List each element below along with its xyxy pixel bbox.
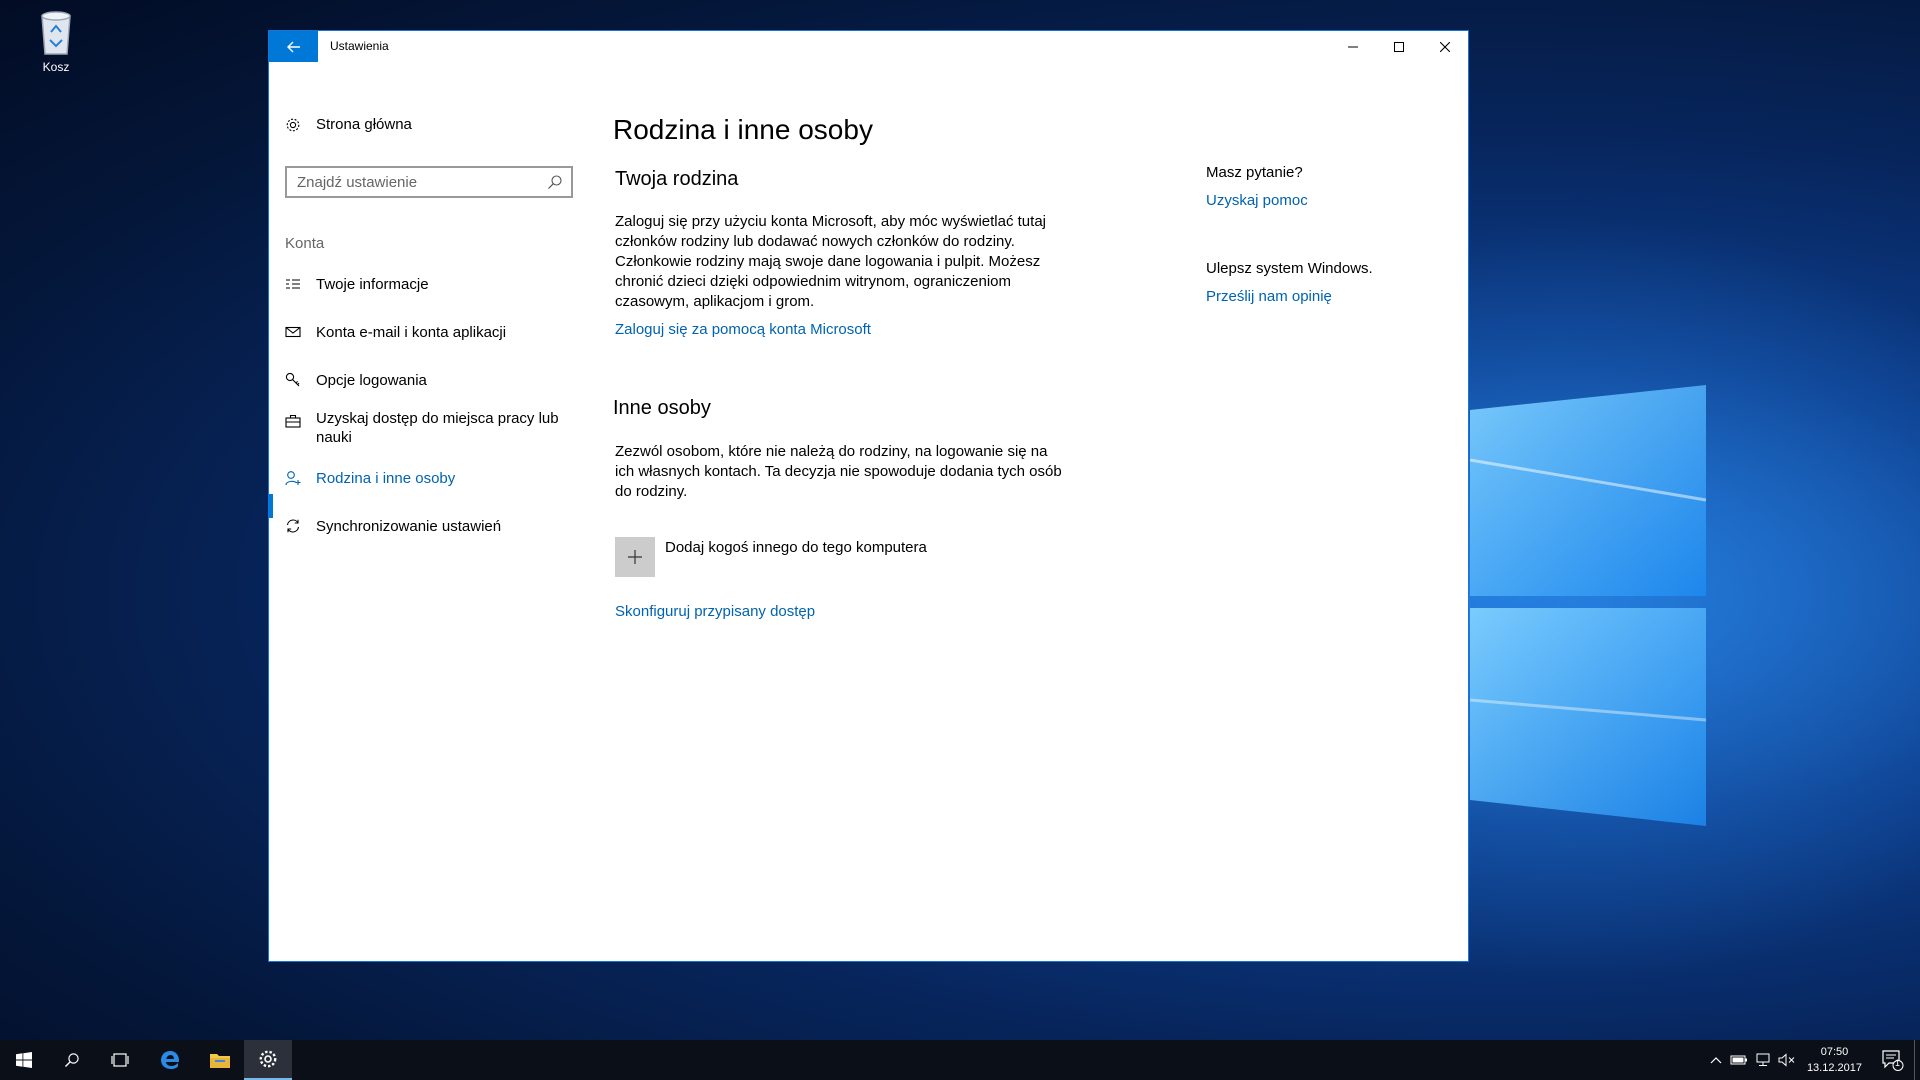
network-icon — [1756, 1053, 1770, 1066]
minimize-icon — [1348, 46, 1358, 47]
windows-logo-icon — [16, 1052, 32, 1068]
taskbar: 07:50 13.12.2017 1 — [0, 1040, 1920, 1080]
clock-date: 13.12.2017 — [1806, 1062, 1862, 1074]
send-feedback-link[interactable]: Prześlij nam opinię — [1206, 288, 1332, 305]
microsoft-sign-in-link[interactable]: Zaloguj się za pomocą konta Microsoft — [615, 321, 871, 338]
plus-icon — [628, 550, 642, 564]
nav-item-family-other-people[interactable]: Rodzina i inne osoby — [285, 469, 575, 488]
volume-muted-icon — [1778, 1053, 1795, 1067]
search-button[interactable] — [48, 1040, 96, 1080]
gear-icon — [259, 1050, 277, 1068]
nav-item-email-accounts[interactable]: Konta e-mail i konta aplikacji — [285, 323, 575, 342]
page-title: Rodzina i inne osoby — [613, 114, 873, 145]
network-tray[interactable] — [1752, 1040, 1774, 1080]
nav-item-your-info[interactable]: Twoje informacje — [285, 275, 575, 294]
assigned-access-link[interactable]: Skonfiguruj przypisany dostęp — [615, 603, 815, 620]
notification-count: 1 — [1895, 1058, 1901, 1068]
notification-icon — [1882, 1050, 1904, 1071]
briefcase-icon — [285, 413, 303, 429]
file-explorer-button[interactable] — [196, 1040, 244, 1080]
nav-item-access-work-school[interactable]: Uzyskaj dostęp do miejsca pracy lub nauk… — [285, 409, 575, 447]
edge-icon — [161, 1051, 180, 1069]
back-arrow-icon — [286, 41, 300, 52]
active-indicator — [269, 494, 273, 518]
nav-item-sign-in-options[interactable]: Opcje logowania — [285, 371, 575, 390]
recycle-bin-icon — [41, 11, 71, 55]
other-people-description: Zezwól osobom, które nie należą do rodzi… — [615, 443, 1062, 500]
nav-item-sync-settings[interactable]: Synchronizowanie ustawień — [285, 517, 575, 536]
nav-item-label: Rodzina i inne osoby — [316, 470, 456, 487]
add-user-button[interactable] — [615, 537, 655, 577]
start-button[interactable] — [0, 1040, 48, 1080]
other-people-heading: Inne osoby — [613, 397, 711, 419]
person-info-icon — [285, 276, 303, 292]
maximize-icon — [1394, 41, 1404, 52]
battery-icon — [1730, 1055, 1747, 1065]
nav-item-label: Konta e-mail i konta aplikacji — [316, 324, 507, 341]
close-icon — [1440, 41, 1450, 52]
add-other-user[interactable]: Dodaj kogoś innego do tego komputera — [615, 537, 927, 577]
title-bar[interactable]: Ustawienia — [269, 31, 1468, 62]
task-view-icon — [111, 1053, 129, 1067]
maximize-button[interactable] — [1376, 31, 1422, 62]
nav-item-label: Twoje informacje — [316, 276, 429, 293]
close-button[interactable] — [1422, 31, 1468, 62]
edge-button[interactable] — [146, 1040, 194, 1080]
back-button[interactable] — [269, 31, 318, 62]
clock-time: 07:50 — [1820, 1046, 1849, 1058]
volume-tray[interactable] — [1776, 1040, 1798, 1080]
question-text: Masz pytanie? — [1206, 164, 1303, 181]
nav-home[interactable]: Strona główna — [285, 116, 412, 133]
task-view-button[interactable] — [96, 1040, 144, 1080]
family-description: Zaloguj się przy użyciu konta Microsoft,… — [615, 213, 1046, 310]
recycle-bin[interactable]: Kosz — [30, 8, 82, 74]
navigation-pane: Strona główna Konta Twoje informacje Kon… — [269, 62, 575, 961]
add-user-label: Dodaj kogoś innego do tego komputera — [665, 539, 927, 556]
search-icon[interactable] — [547, 174, 563, 195]
recycle-bin-label: Kosz — [42, 60, 70, 74]
sync-icon — [285, 518, 303, 534]
show-hidden-icons[interactable] — [1706, 1040, 1726, 1080]
minimize-button[interactable] — [1330, 31, 1376, 62]
mail-icon — [285, 324, 303, 340]
search-input[interactable] — [287, 168, 547, 196]
chevron-up-icon — [1710, 1057, 1722, 1064]
show-desktop-button[interactable] — [1914, 1040, 1920, 1080]
nav-home-label: Strona główna — [316, 116, 412, 133]
gear-icon — [285, 117, 303, 133]
action-center-button[interactable]: 1 — [1880, 1048, 1904, 1077]
nav-item-label: Uzyskaj dostęp do miejsca pracy lub nauk… — [316, 410, 559, 446]
key-icon — [285, 372, 303, 388]
window-title: Ustawienia — [330, 39, 389, 53]
search-icon — [65, 1053, 79, 1067]
settings-taskbar-button[interactable] — [244, 1040, 292, 1080]
settings-window: Ustawienia Strona główna Konta — [268, 30, 1469, 962]
clock[interactable]: 07:50 13.12.2017 — [1807, 1044, 1862, 1076]
family-heading: Twoja rodzina — [615, 168, 739, 190]
nav-section-heading: Konta — [285, 235, 325, 252]
nav-item-label: Opcje logowania — [316, 372, 427, 389]
search-box[interactable] — [285, 166, 573, 198]
battery-tray[interactable] — [1728, 1040, 1750, 1080]
nav-item-label: Synchronizowanie ustawień — [316, 518, 502, 535]
person-add-icon — [285, 470, 303, 486]
get-help-link[interactable]: Uzyskaj pomoc — [1206, 192, 1308, 209]
folder-icon — [210, 1054, 230, 1068]
improve-windows-text: Ulepsz system Windows. — [1206, 260, 1373, 277]
